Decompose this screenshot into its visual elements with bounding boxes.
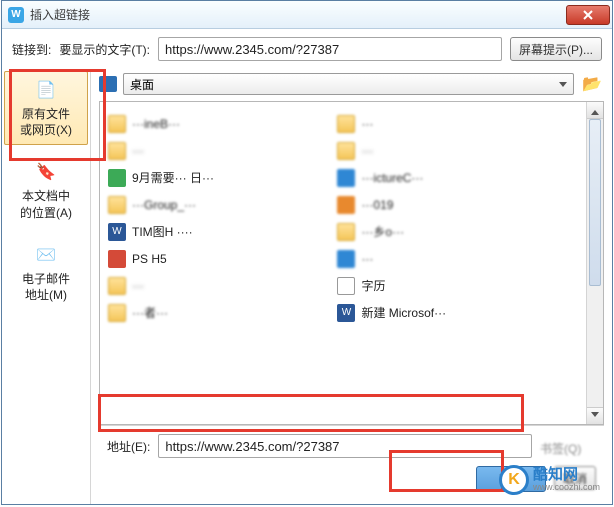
list-item[interactable]: 新建 Microsof··· [333,299,562,326]
display-text-input[interactable] [158,37,502,61]
list-item[interactable]: ··· [104,137,333,164]
link-to-sidebar: 📄 原有文件 或网页(X) 🔖 本文档中 的位置(A) ✉️ 电子邮件 地址(M… [2,69,91,504]
list-item[interactable]: 字历 [333,272,562,299]
watermark-url: www.coozhi.com [533,483,600,493]
desktop-icon [99,76,117,92]
dialog-window: W 插入超链接 链接到: 要显示的文字(T): 屏幕提示(P)... 📄 原有文… [1,0,613,505]
mail-icon: ✉️ [34,243,58,267]
list-item[interactable]: ··· [333,245,562,272]
scroll-up-button[interactable] [587,102,603,119]
screen-tip-button[interactable]: 屏幕提示(P)... [510,37,602,61]
sidebar-item-existing-file[interactable]: 📄 原有文件 或网页(X) [4,71,88,145]
list-item[interactable]: ··· [333,110,562,137]
scrollbar-thumb[interactable] [589,119,601,286]
address-label: 地址(E): [107,438,150,455]
file-list-wrap: ···ineB··· ··· ··· ··· 9月需要··· 日··· ···i… [100,102,586,424]
look-in-value: 桌面 [130,76,154,93]
sidebar-item-label: 原有文件 或网页(X) [20,106,72,138]
scroll-down-button[interactable] [587,407,603,424]
link-to-label: 链接到: [12,41,51,58]
sidebar-item-label: 本文档中 的位置(A) [20,188,72,220]
list-item[interactable]: ···Group_··· [104,191,333,218]
watermark: K 酷知网 www.coozhi.com [499,465,600,495]
list-item[interactable]: ··· [104,272,333,299]
file-web-icon: 📄 [34,78,58,102]
list-item[interactable]: ···019 [333,191,562,218]
folder-icon [337,223,355,241]
file-list[interactable]: ···ineB··· ··· ··· ··· 9月需要··· 日··· ···i… [100,102,586,424]
list-item[interactable]: ···ineB··· [104,110,333,137]
chevron-up-icon [591,106,599,115]
browse-folder-button[interactable]: 📂 [580,73,604,95]
list-item[interactable]: 9月需要··· 日··· [104,164,333,191]
window-title: 插入超链接 [30,6,566,23]
dialog-body: 📄 原有文件 或网页(X) 🔖 本文档中 的位置(A) ✉️ 电子邮件 地址(M… [2,69,612,504]
folder-icon [108,304,126,322]
list-item[interactable]: ···乡o··· [333,218,562,245]
list-item[interactable]: ···ictureC··· [333,164,562,191]
file-browser: ···ineB··· ··· ··· ··· 9月需要··· 日··· ···i… [99,101,604,425]
main-panel: 桌面 📂 ···ineB··· ··· ··· ··· 9月需要··· 日···… [91,69,612,504]
right-links: 书签(Q) [540,436,596,457]
bookmark-button[interactable]: 书签(Q) [540,440,581,457]
list-item[interactable]: TIM图H ···· [104,218,333,245]
address-row: 地址(E): 书签(Q) [107,434,596,458]
look-in-dropdown[interactable]: 桌面 [123,73,574,95]
word-icon [337,304,355,322]
bookmark-icon: 🔖 [34,160,58,184]
file-icon [337,250,355,268]
folder-icon [108,277,126,295]
chevron-down-icon [591,412,599,421]
folder-icon [337,142,355,160]
list-item[interactable]: ··· [333,137,562,164]
folder-icon [108,196,126,214]
text-icon [337,277,355,295]
file-icon [108,169,126,187]
sidebar-item-email[interactable]: ✉️ 电子邮件 地址(M) [4,236,88,310]
close-icon [582,10,594,20]
app-icon: W [8,7,24,23]
file-icon [108,250,126,268]
folder-icon [337,115,355,133]
address-input[interactable] [158,434,532,458]
file-icon [337,169,355,187]
title-bar: W 插入超链接 [2,1,612,29]
list-item[interactable]: PS H5 [104,245,333,272]
sidebar-item-label: 电子邮件 地址(M) [22,271,70,303]
display-text-label: 要显示的文字(T): [59,41,150,58]
folder-open-icon: 📂 [582,74,602,94]
watermark-name: 酷知网 [533,467,600,484]
file-icon [337,196,355,214]
scrollbar-track[interactable] [587,119,603,407]
close-button[interactable] [566,5,610,25]
sidebar-item-place-doc[interactable]: 🔖 本文档中 的位置(A) [4,153,88,227]
folder-icon [108,115,126,133]
list-item[interactable]: ···者··· [104,299,333,326]
vertical-scrollbar[interactable] [586,102,603,424]
location-row: 桌面 📂 [99,73,604,95]
word-icon [108,223,126,241]
watermark-icon: K [499,465,529,495]
folder-icon [108,142,126,160]
top-row: 链接到: 要显示的文字(T): 屏幕提示(P)... [2,29,612,69]
